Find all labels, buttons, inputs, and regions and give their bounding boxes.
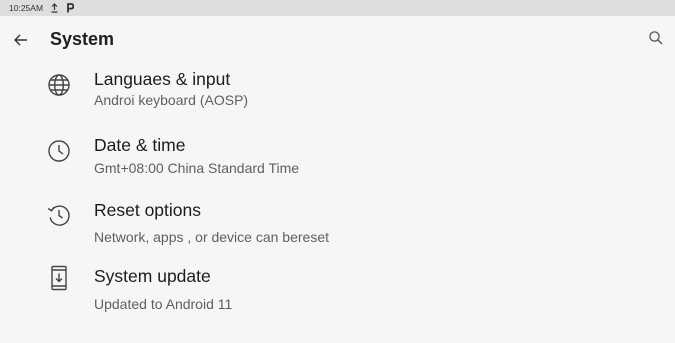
- status-bar: 10:25AM: [0, 0, 675, 16]
- upload-icon: [50, 3, 59, 13]
- list-item-title: System update: [94, 266, 211, 286]
- list-item-date-time[interactable]: Date & time Gmt+08:00 China Standard Tim…: [0, 129, 675, 196]
- clock-icon: [46, 138, 72, 164]
- list-item-subtitle: Androi keyboard (AOSP): [94, 92, 249, 108]
- status-time: 10:25AM: [9, 3, 44, 13]
- settings-list: Languaes & input Androi keyboard (AOSP) …: [0, 62, 675, 330]
- list-item-subtitle: Updated to Android 11: [94, 296, 233, 312]
- list-item-system-update[interactable]: System update Updated to Android 11: [0, 263, 675, 330]
- list-item-title: Reset options: [94, 200, 202, 220]
- globe-icon: [46, 72, 72, 98]
- system-update-icon: [46, 265, 72, 291]
- list-item-title: Languaes & input: [94, 69, 231, 89]
- app-bar: System: [0, 16, 675, 62]
- back-arrow-icon[interactable]: [12, 31, 30, 49]
- history-icon: [46, 202, 72, 228]
- parking-icon: [66, 3, 75, 13]
- list-item-title: Date & time: [94, 135, 186, 155]
- list-item-subtitle: Gmt+08:00 China Standard Time: [94, 160, 300, 176]
- list-item-reset-options[interactable]: Reset options Network, apps , or device …: [0, 196, 675, 263]
- list-item-subtitle: Network, apps , or device can bereset: [94, 229, 330, 245]
- search-icon[interactable]: [647, 29, 665, 47]
- list-item-languages[interactable]: Languaes & input Androi keyboard (AOSP): [0, 62, 675, 129]
- page-title: System: [50, 29, 115, 49]
